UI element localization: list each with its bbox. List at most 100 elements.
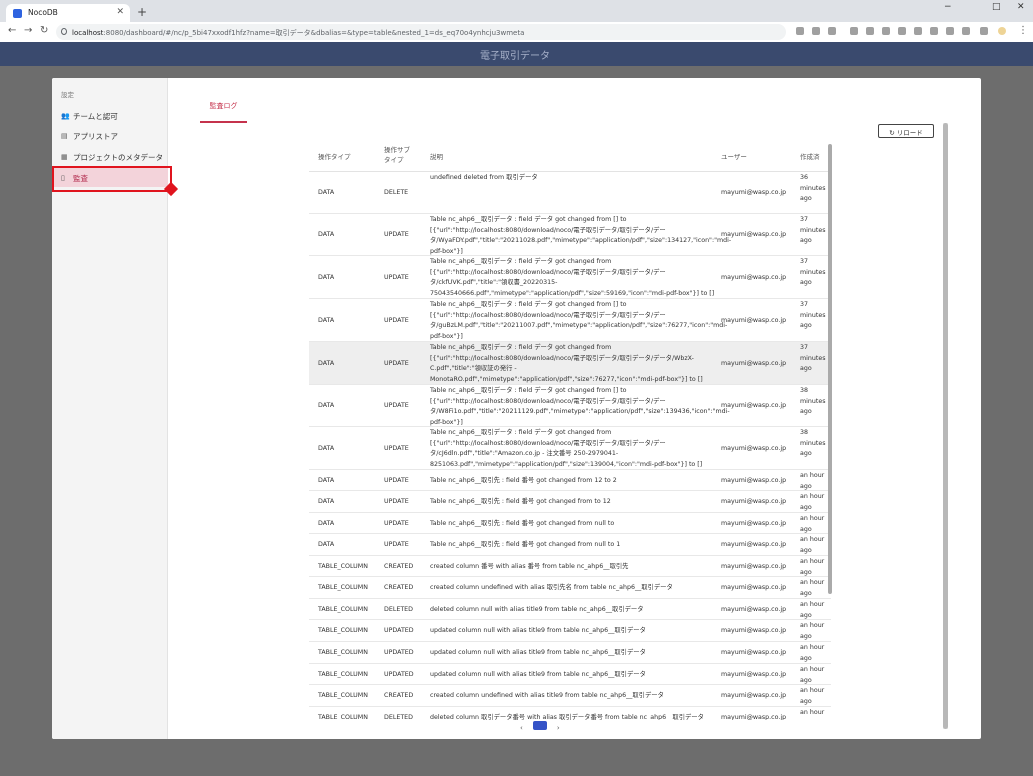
table-row[interactable]: TABLE_COLUMN UPDATED updated column null w… <box>309 642 831 664</box>
table-row[interactable]: DATA UPDATE Table nc_ahp6__取引データ : field デ… <box>309 299 831 342</box>
cell-created: an hour ago <box>800 687 825 705</box>
browser-chrome: NocoDB ✕ + − □ ✕ ← → ↻ localhost:8080/da… <box>0 0 1033 42</box>
users-icon: 👥 <box>61 112 70 120</box>
table-row[interactable]: TABLE_COLUMN CREATED created column 番号 wit… <box>309 556 831 577</box>
tab-close-icon[interactable]: ✕ <box>116 7 124 17</box>
extension-icon[interactable] <box>946 27 954 35</box>
reload-page-icon[interactable]: ↻ <box>40 25 48 36</box>
window-minimize-button[interactable]: − <box>944 2 952 12</box>
table-row[interactable]: DATA UPDATE Table nc_ahp6__取引データ : field デ… <box>309 385 831 427</box>
table-row[interactable]: DATA UPDATE Table nc_ahp6__取引データ : field デ… <box>309 427 831 470</box>
cell-user: mayumi@wasp.co.jp <box>721 359 787 367</box>
next-page-button[interactable]: › <box>557 724 560 732</box>
window-maximize-button[interactable]: □ <box>992 2 1001 12</box>
browser-menu-icon[interactable]: ⋮ <box>1018 25 1028 36</box>
sidebar-item-appstore[interactable]: ▤ アプリストア <box>52 125 168 145</box>
table-row[interactable]: TABLE_COLUMN CREATED created column undefi… <box>309 685 831 707</box>
cell-op-subtype: DELETED <box>384 605 413 613</box>
page-current[interactable] <box>532 721 547 730</box>
table-row[interactable]: TABLE_COLUMN UPDATED updated column null w… <box>309 620 831 642</box>
extension-icon[interactable] <box>930 27 938 35</box>
forward-icon[interactable]: → <box>24 25 32 36</box>
reload-button[interactable]: ↻ リロード <box>878 124 934 138</box>
extension-icon[interactable] <box>850 27 858 35</box>
cell-op-type: DATA <box>318 476 335 484</box>
sidepanel-icon[interactable] <box>980 27 988 35</box>
cell-user: mayumi@wasp.co.jp <box>721 316 787 324</box>
table-row[interactable]: TABLE_COLUMN UPDATED updated column null w… <box>309 664 831 685</box>
new-tab-button[interactable]: + <box>137 5 147 19</box>
table-header: 操作タイプ 操作サブ タイプ 説明 ユーザー 作成済 <box>309 144 831 172</box>
cell-description: Table nc_ahp6__取引データ : field データ got cha… <box>430 216 732 255</box>
cell-description: Table nc_ahp6__取引先 : field 番号 got change… <box>430 541 621 548</box>
table-body: DATA DELETE undefined deleted from 取引データ ma… <box>309 172 831 720</box>
table-row[interactable]: DATA UPDATE Table nc_ahp6__取引先 : field 番号 … <box>309 470 831 491</box>
table-row[interactable]: TABLE_COLUMN DELETED deleted column 取引データ番… <box>309 707 831 720</box>
cell-description: Table nc_ahp6__取引データ : field データ got cha… <box>430 429 703 468</box>
window-close-button[interactable]: ✕ <box>1017 2 1025 12</box>
cell-op-subtype: UPDATE <box>384 316 409 324</box>
url-bar[interactable]: localhost:8080/dashboard/#/nc/p_5bi47xxo… <box>56 24 786 40</box>
extension-icon[interactable] <box>914 27 922 35</box>
cell-created: 37 minutes ago <box>800 216 826 244</box>
extension-icon[interactable] <box>882 27 890 35</box>
cell-created: an hour ago <box>800 579 825 597</box>
cell-op-type: TABLE_COLUMN <box>318 584 368 591</box>
tab-bar: NocoDB ✕ + − □ ✕ <box>0 0 1033 22</box>
extension-icon[interactable] <box>898 27 906 35</box>
cell-op-type: DATA <box>318 541 335 548</box>
table-row[interactable]: DATA UPDATE Table nc_ahp6__取引先 : field 番号 … <box>309 534 831 556</box>
modal-scrollbar[interactable] <box>943 123 948 729</box>
cell-created: an hour ago <box>800 644 825 662</box>
table-row[interactable]: DATA UPDATE Table nc_ahp6__取引先 : field 番号 … <box>309 491 831 513</box>
extensions-puzzle-icon[interactable] <box>962 27 970 35</box>
cell-op-subtype: CREATED <box>384 692 414 699</box>
cell-created: 37 minutes ago <box>800 301 826 329</box>
cell-created: an hour ago <box>800 536 825 554</box>
table-scrollbar[interactable] <box>828 144 832 594</box>
cell-op-type: TABLE_COLUMN <box>318 670 368 678</box>
table-row[interactable]: DATA UPDATE Table nc_ahp6__取引先 : field 番号 … <box>309 513 831 534</box>
table-row[interactable]: TABLE_COLUMN CREATED created column undefi… <box>309 577 831 599</box>
prev-page-button[interactable]: ‹ <box>520 724 523 732</box>
cell-user: mayumi@wasp.co.jp <box>721 713 787 721</box>
profile-avatar[interactable] <box>998 27 1006 35</box>
reload-icon: ↻ <box>889 129 895 137</box>
cell-op-subtype: UPDATED <box>384 670 414 678</box>
cell-op-type: DATA <box>318 444 335 452</box>
sidebar-item-metadata[interactable]: ▦ プロジェクトのメタデータ <box>52 146 168 166</box>
back-icon[interactable]: ← <box>8 25 16 36</box>
cell-user: mayumi@wasp.co.jp <box>721 541 787 548</box>
table-row[interactable]: DATA DELETE undefined deleted from 取引データ ma… <box>309 172 831 214</box>
cell-op-type: TABLE_COLUMN <box>318 713 368 721</box>
cell-description: Table nc_ahp6__取引先 : field 番号 got change… <box>430 498 611 505</box>
cell-op-subtype: UPDATE <box>384 519 409 527</box>
col-description: 説明 <box>430 153 443 161</box>
cell-op-subtype: UPDATE <box>384 359 409 367</box>
sidebar-item-label: チームと認可 <box>73 112 118 121</box>
tab-audit-log[interactable]: 監査ログ <box>200 101 247 123</box>
col-op-type: 操作タイプ <box>318 153 351 161</box>
cell-description: Table nc_ahp6__取引データ : field データ got cha… <box>430 258 715 297</box>
cell-op-subtype: UPDATE <box>384 476 409 484</box>
sidebar-item-label: プロジェクトのメタデータ <box>73 153 163 162</box>
nocodb-favicon-icon <box>13 9 22 18</box>
cell-description: undefined deleted from 取引データ <box>430 174 538 181</box>
table-row[interactable]: DATA UPDATE Table nc_ahp6__取引データ : field デ… <box>309 214 831 256</box>
url-host: localhost <box>72 29 104 37</box>
table-row[interactable]: DATA UPDATE Table nc_ahp6__取引データ : field デ… <box>309 342 831 385</box>
extension-icon[interactable] <box>866 27 874 35</box>
site-info-icon[interactable] <box>61 28 67 35</box>
cell-created: 38 minutes ago <box>800 387 826 415</box>
table-row[interactable]: TABLE_COLUMN DELETED deleted column null w… <box>309 599 831 620</box>
bookmark-star-icon[interactable] <box>828 27 836 35</box>
sidebar-item-team[interactable]: 👥 チームと認可 <box>52 105 168 125</box>
cell-op-subtype: DELETED <box>384 713 413 721</box>
browser-tab[interactable]: NocoDB ✕ <box>6 4 130 22</box>
translate-icon[interactable] <box>796 27 804 35</box>
share-icon[interactable] <box>812 27 820 35</box>
table-row[interactable]: DATA UPDATE Table nc_ahp6__取引データ : field デ… <box>309 256 831 299</box>
scrollbar-thumb[interactable] <box>943 123 948 729</box>
cell-description: Table nc_ahp6__取引データ : field データ got cha… <box>430 301 728 340</box>
cell-created: 37 minutes ago <box>800 258 826 286</box>
